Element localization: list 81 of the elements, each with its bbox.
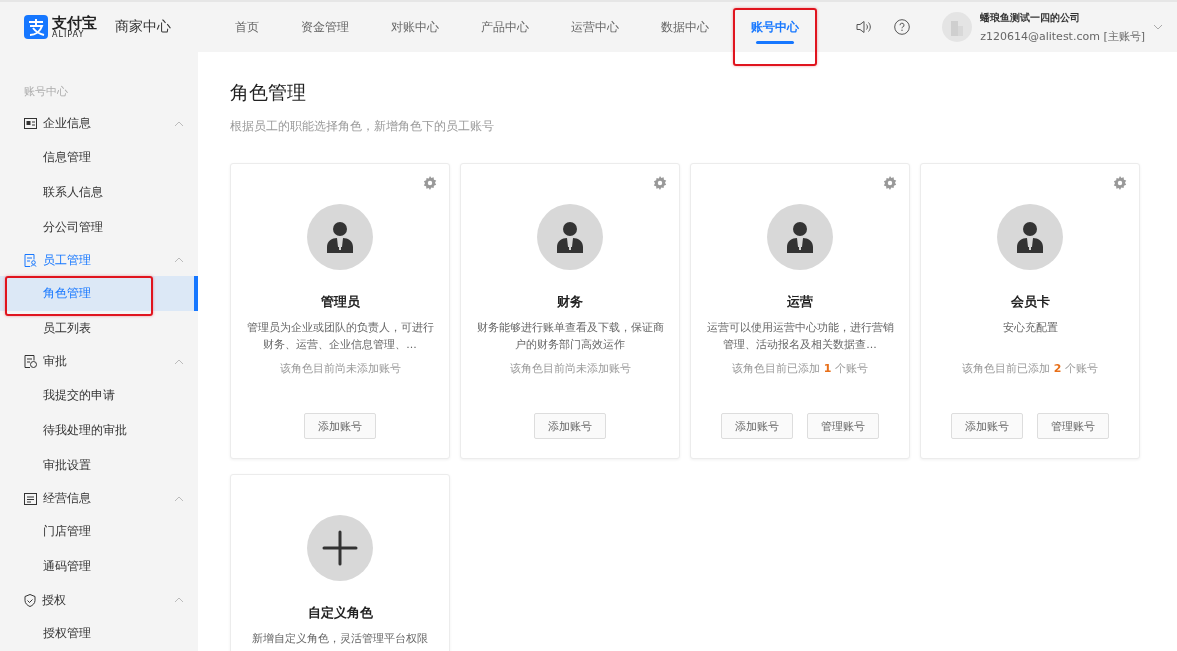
group-label: 员工管理 [43,251,91,269]
sidebar-group[interactable]: 员工管理 [0,244,198,277]
sidebar-item[interactable]: 授权管理 [0,615,198,651]
nav-tab[interactable]: 资金管理 [287,2,363,52]
settings-icon[interactable] [1113,176,1127,190]
sidebar-item[interactable]: 通码管理 [0,549,198,585]
role-name: 运营 [787,293,813,311]
role-name: 会员卡 [1010,293,1050,311]
shield-icon [24,593,36,607]
person-icon [325,221,355,253]
nav-tab[interactable]: 对账中心 [377,2,453,52]
add-role-card[interactable]: 自定义角色 新增自定义角色，灵活管理平台权限 [230,474,450,651]
group-label: 授权 [42,591,66,609]
role-description: 管理员为企业或团队的负责人，可进行财务、运营、企业信息管理、... [245,320,435,353]
plus-icon [322,530,358,566]
chevron-down-icon[interactable] [1153,24,1163,30]
approval-document-icon [24,355,37,369]
company-avatar [942,12,973,42]
group-label: 企业信息 [43,115,91,133]
chevron-up-icon[interactable] [174,597,184,604]
logo-subtext: ALIPAY [52,30,85,39]
speaker-icon[interactable] [856,20,873,34]
role-name: 财务 [557,293,583,311]
page-title: 角色管理 [230,80,307,105]
sidebar-title: 账号中心 [23,84,69,100]
nav-tab[interactable]: 产品中心 [467,2,543,52]
account-button[interactable]: 管理账号 [1037,413,1109,439]
role-name: 自定义角色 [307,604,373,622]
help-icon[interactable] [894,19,911,35]
person-icon [785,221,815,253]
group-label: 经营信息 [43,490,91,508]
settings-icon[interactable] [423,176,437,190]
nav-tab[interactable]: 运营中心 [557,2,633,52]
document-icon [24,492,37,505]
settings-icon[interactable] [653,176,667,190]
sidebar-item[interactable]: 我提交的申请 [0,377,198,413]
role-description: 财务能够进行账单查看及下载，保证商户的财务部门高效运作 [475,320,665,353]
sidebar-group[interactable]: 企业信息 [0,108,198,140]
account-count: 该角色目前尚未添加账号 [509,361,631,376]
account-email: z120614@alitest.com [主账号] [980,28,1145,44]
account-button[interactable]: 添加账号 [534,413,606,439]
page-subtitle: 根据员工的职能选择角色，新增角色下的员工账号 [230,118,495,135]
company-name: 蟠琅鱼测试一四的公司 [980,10,1082,25]
sidebar-group[interactable]: 授权 [0,584,198,616]
account-button[interactable]: 添加账号 [304,413,376,439]
account-count: 该角色目前尚未添加账号 [279,361,401,376]
chevron-up-icon[interactable] [174,359,184,365]
group-label: 审批 [43,353,67,371]
sidebar-item[interactable]: 联系人信息 [0,174,198,210]
account-count: 该角色目前已添加 1 个账号 [732,361,868,376]
account-button[interactable]: 添加账号 [951,413,1023,439]
nav-tab[interactable]: 数据中心 [647,2,723,52]
account-button[interactable]: 添加账号 [721,413,793,439]
sidebar-item[interactable]: 审批设置 [0,447,198,483]
logo-icon [24,15,48,39]
nav-tab[interactable]: 账号中心 [737,2,813,52]
sidebar-item[interactable]: 信息管理 [0,139,198,175]
sidebar-item[interactable]: 分公司管理 [0,209,198,245]
chevron-up-icon[interactable] [174,495,184,502]
staff-document-icon [24,253,37,267]
id-card-icon [24,118,37,130]
sidebar-group[interactable]: 审批 [0,346,198,378]
sidebar-item[interactable]: 待我处理的审批 [0,412,198,448]
active-tab-underline [756,41,794,44]
account-count: 该角色目前已添加 2 个账号 [962,361,1098,376]
product-name: 商家中心 [115,18,171,36]
role-description: 新增自定义角色，灵活管理平台权限 [252,631,428,647]
sidebar-group[interactable]: 经营信息 [0,482,198,515]
person-icon [1015,221,1045,253]
nav-tab[interactable]: 首页 [221,2,273,52]
person-icon [555,221,585,253]
account-button[interactable]: 管理账号 [807,413,879,439]
role-name: 管理员 [320,293,360,311]
logo-text: 支付宝 [52,15,97,31]
settings-icon[interactable] [883,176,897,190]
sidebar-item[interactable]: 门店管理 [0,514,198,550]
role-description: 安心充配置 [1002,320,1058,336]
chevron-up-icon[interactable] [174,257,184,264]
chevron-up-icon[interactable] [174,120,184,127]
role-description: 运营可以使用运营中心功能，进行营销管理、活动报名及相关数据查... [705,320,895,353]
sidebar-item[interactable]: 员工列表 [0,311,198,347]
